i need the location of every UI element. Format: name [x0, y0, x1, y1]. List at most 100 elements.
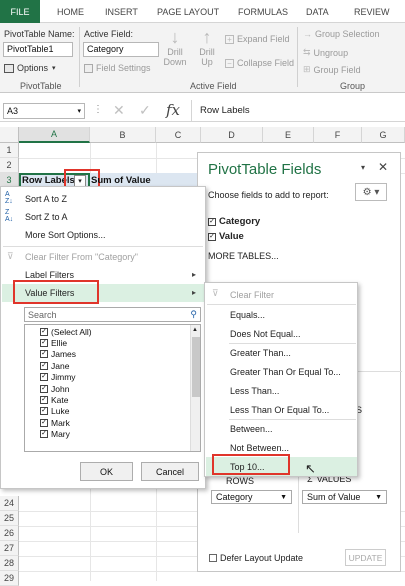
scrollbar-thumb[interactable]: [192, 337, 200, 397]
gear-icon[interactable]: ⚙ ▾: [355, 183, 387, 201]
clear-filter-item[interactable]: ⊽ Clear Filter From "Category": [2, 248, 204, 266]
ribbon: PivotTable Name: PivotTable1 Options ▾ P…: [0, 23, 405, 93]
name-box[interactable]: A3 ▾: [3, 103, 85, 119]
row-header-26[interactable]: 26: [0, 526, 19, 541]
sort-z-to-a-item[interactable]: Z A↓ Sort Z to A: [2, 208, 204, 226]
list-item[interactable]: ✓ John: [28, 383, 188, 394]
row-header-2[interactable]: 2: [0, 158, 19, 173]
column-header-b[interactable]: B: [90, 127, 156, 143]
less-than-or-equal-item[interactable]: Less Than Or Equal To...: [206, 400, 357, 419]
rows-field-dropdown[interactable]: Category ▼: [211, 490, 292, 504]
checkbox-checked-icon[interactable]: ✓: [208, 217, 216, 226]
more-tables-link[interactable]: MORE TABLES...: [208, 251, 279, 261]
list-item[interactable]: ✓ Jane: [28, 360, 188, 371]
expand-icon: +: [225, 34, 234, 44]
defer-update-checkbox[interactable]: Defer Layout Update: [209, 553, 303, 563]
column-header-a[interactable]: A: [19, 127, 90, 143]
drill-up-button[interactable]: ↑ Drill Up: [194, 27, 220, 77]
checkbox-checked-icon[interactable]: ✓: [40, 339, 48, 348]
checkbox-checked-icon[interactable]: ✓: [208, 232, 216, 241]
values-field-dropdown[interactable]: Sum of Value ▼: [302, 490, 387, 504]
collapse-field-button[interactable]: − Collapse Field: [225, 58, 294, 68]
column-header-c[interactable]: C: [156, 127, 201, 143]
column-header-e[interactable]: E: [263, 127, 314, 143]
field-value[interactable]: ✓ Value: [208, 231, 244, 242]
checkbox-checked-icon[interactable]: ✓: [40, 361, 48, 370]
greater-than-or-equal-item[interactable]: Greater Than Or Equal To...: [206, 362, 357, 381]
tab-formulas[interactable]: FORMULAS: [238, 0, 288, 23]
ok-button[interactable]: OK: [80, 462, 133, 481]
checkbox-checked-icon[interactable]: ✓: [40, 418, 48, 427]
formula-input[interactable]: Row Labels: [200, 105, 250, 116]
list-scrollbar[interactable]: ▲: [190, 325, 200, 451]
close-icon[interactable]: ✕: [378, 160, 388, 174]
checkbox-checked-icon[interactable]: ✓: [40, 350, 48, 359]
rows-area-label: ROWS: [226, 476, 254, 486]
field-settings-button[interactable]: Field Settings: [84, 63, 151, 73]
column-header-f[interactable]: F: [314, 127, 362, 143]
tab-file[interactable]: FILE: [0, 0, 40, 23]
pane-title: PivotTable Fields: [208, 161, 322, 178]
options-button[interactable]: Options ▾: [4, 63, 56, 73]
checkbox-checked-icon[interactable]: ✓: [40, 407, 48, 416]
drill-down-button[interactable]: ↓ Drill Down: [162, 27, 188, 77]
does-not-equal-item[interactable]: Does Not Equal...: [206, 324, 357, 343]
checkbox-icon[interactable]: [209, 554, 217, 562]
checkbox-checked-icon[interactable]: ✓: [40, 430, 48, 439]
row-header-29[interactable]: 29: [0, 571, 19, 586]
between-item[interactable]: Between...: [206, 419, 357, 438]
annotation-highlight: [212, 454, 290, 475]
row-header-1[interactable]: 1: [0, 143, 19, 158]
clear-filter-subitem[interactable]: ⊽ Clear Filter: [206, 285, 357, 304]
sort-a-to-z-item[interactable]: A Z↓ Sort A to Z: [2, 190, 204, 208]
checkbox-checked-icon[interactable]: ✓: [40, 373, 48, 382]
checkbox-checked-icon[interactable]: ✓: [40, 327, 48, 336]
active-field-input[interactable]: Category: [83, 42, 159, 57]
row-header-24[interactable]: 24: [0, 496, 19, 511]
tab-page-layout[interactable]: PAGE LAYOUT: [157, 0, 219, 23]
list-item[interactable]: ✓ Ellie: [28, 337, 188, 348]
tab-insert[interactable]: INSERT: [105, 0, 138, 23]
cancel-button[interactable]: Cancel: [141, 462, 199, 481]
select-all-corner[interactable]: [0, 127, 19, 143]
less-than-item[interactable]: Less Than...: [206, 381, 357, 400]
filter-dropdown-menu: A Z↓ Sort A to Z Z A↓ Sort Z to A More Sor…: [0, 186, 206, 489]
cell-b3[interactable]: Sum of Value: [91, 175, 151, 186]
list-item[interactable]: ✓ Luke: [28, 406, 188, 417]
list-item[interactable]: ✓ Mary: [28, 429, 188, 440]
group-field-button[interactable]: ⊞ Group Field: [303, 64, 361, 75]
item-list: ▲ ✓ (Select All) ✓ Ellie ✓ James ✓ Jane ✓ Jim…: [24, 324, 201, 452]
column-header-g[interactable]: G: [362, 127, 405, 143]
greater-than-item[interactable]: Greater Than...: [206, 343, 357, 362]
checkbox-checked-icon[interactable]: ✓: [40, 396, 48, 405]
column-header-d[interactable]: D: [201, 127, 263, 143]
enter-icon[interactable]: ✓: [139, 102, 151, 119]
row-header-27[interactable]: 27: [0, 541, 19, 556]
tab-review[interactable]: REVIEW: [354, 0, 390, 23]
list-item[interactable]: ✓ Mark: [28, 417, 188, 428]
expand-field-button[interactable]: + Expand Field: [225, 34, 290, 44]
list-item[interactable]: ✓ Jimmy: [28, 372, 188, 383]
pivottable-name-input[interactable]: PivotTable1: [3, 42, 73, 57]
field-category[interactable]: ✓ Category: [208, 216, 260, 227]
cancel-icon[interactable]: ✕: [113, 102, 125, 119]
row-header-25[interactable]: 25: [0, 511, 19, 526]
more-sort-options-item[interactable]: More Sort Options...: [2, 226, 204, 244]
ungroup-button[interactable]: ⇆ Ungroup: [303, 47, 348, 58]
chevron-up-icon[interactable]: ▲: [192, 327, 198, 333]
list-item[interactable]: ✓ James: [28, 349, 188, 360]
chevron-down-icon[interactable]: ▾: [361, 163, 365, 172]
update-button[interactable]: UPDATE: [345, 549, 386, 566]
tab-data[interactable]: DATA: [306, 0, 329, 23]
tab-home[interactable]: HOME: [57, 0, 84, 23]
list-item[interactable]: ✓ (Select All): [28, 326, 188, 337]
group-selection-button[interactable]: → Group Selection: [303, 29, 380, 39]
checkbox-checked-icon[interactable]: ✓: [40, 384, 48, 393]
list-item[interactable]: ✓ Kate: [28, 394, 188, 405]
equals-item[interactable]: Equals...: [206, 305, 357, 324]
pivottable-name-label: PivotTable Name:: [4, 29, 75, 39]
insert-function-icon[interactable]: fx: [166, 101, 180, 119]
search-input[interactable]: Search ⚲: [24, 307, 201, 322]
divider: [3, 246, 203, 247]
row-header-28[interactable]: 28: [0, 556, 19, 571]
